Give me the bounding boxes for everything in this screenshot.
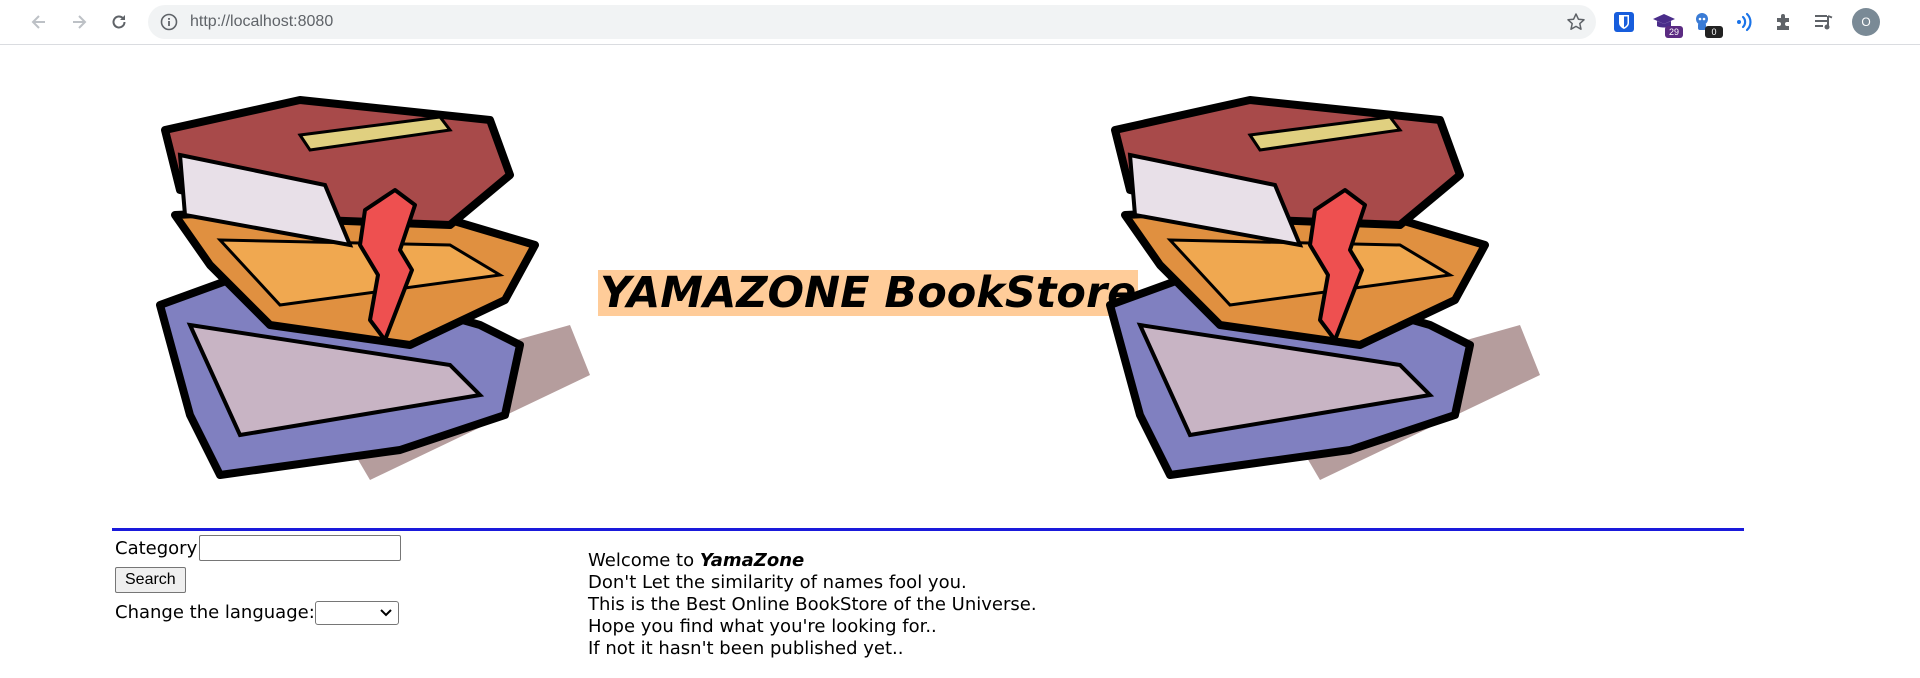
welcome-message: Welcome to YamaZone Don't Let the simila… (588, 550, 1037, 660)
books-stack-image-left (156, 96, 590, 480)
sound-waves-icon (1737, 12, 1752, 32)
robot-extension-button[interactable]: 0 (1691, 9, 1723, 38)
school-extension-button[interactable]: 29 (1651, 9, 1683, 38)
extension-badge: 0 (1705, 26, 1723, 38)
audio-extension-button[interactable] (1731, 9, 1757, 35)
media-control-button[interactable] (1811, 9, 1837, 35)
address-bar[interactable]: http://localhost:8080 (148, 5, 1596, 39)
welcome-line: Hope you find what you're looking for.. (588, 616, 937, 637)
star-icon[interactable] (1566, 12, 1586, 32)
language-label: Change the language: (115, 602, 315, 623)
forward-button[interactable] (65, 8, 93, 36)
welcome-line: This is the Best Online BookStore of the… (588, 594, 1037, 615)
extensions-menu-button[interactable] (1771, 9, 1797, 35)
profile-avatar[interactable]: O (1852, 8, 1880, 36)
brand-name: YamaZone (699, 550, 805, 571)
shield-icon (1614, 12, 1634, 32)
url-text: http://localhost:8080 (190, 13, 334, 30)
browser-toolbar: http://localhost:8080 29 0 O (0, 0, 1920, 45)
search-button[interactable]: Search (115, 567, 186, 593)
page-title: YAMAZONE BookStore (598, 268, 1139, 318)
chevron-down-icon (380, 609, 392, 617)
reload-icon (112, 15, 126, 29)
reload-button[interactable] (105, 8, 133, 36)
welcome-prefix: Welcome to (588, 550, 700, 571)
playlist-icon (1815, 15, 1833, 30)
books-icon (1106, 96, 1540, 480)
category-label: Category (115, 538, 198, 559)
category-input[interactable] (199, 535, 401, 561)
arrow-left-icon (31, 15, 45, 29)
puzzle-icon (1777, 14, 1789, 30)
bitwarden-extension-button[interactable] (1611, 9, 1637, 35)
info-icon[interactable] (160, 13, 178, 31)
extension-badge: 29 (1665, 26, 1683, 38)
books-stack-image-right (1106, 96, 1540, 480)
welcome-line: If not it hasn't been published yet.. (588, 638, 904, 659)
language-select[interactable] (315, 601, 399, 625)
books-icon (156, 96, 590, 480)
back-button[interactable] (25, 8, 53, 36)
welcome-line: Don't Let the similarity of names fool y… (588, 572, 967, 593)
welcome-line: Welcome to YamaZone (588, 550, 1037, 572)
horizontal-divider (112, 528, 1744, 531)
arrow-right-icon (73, 15, 87, 29)
